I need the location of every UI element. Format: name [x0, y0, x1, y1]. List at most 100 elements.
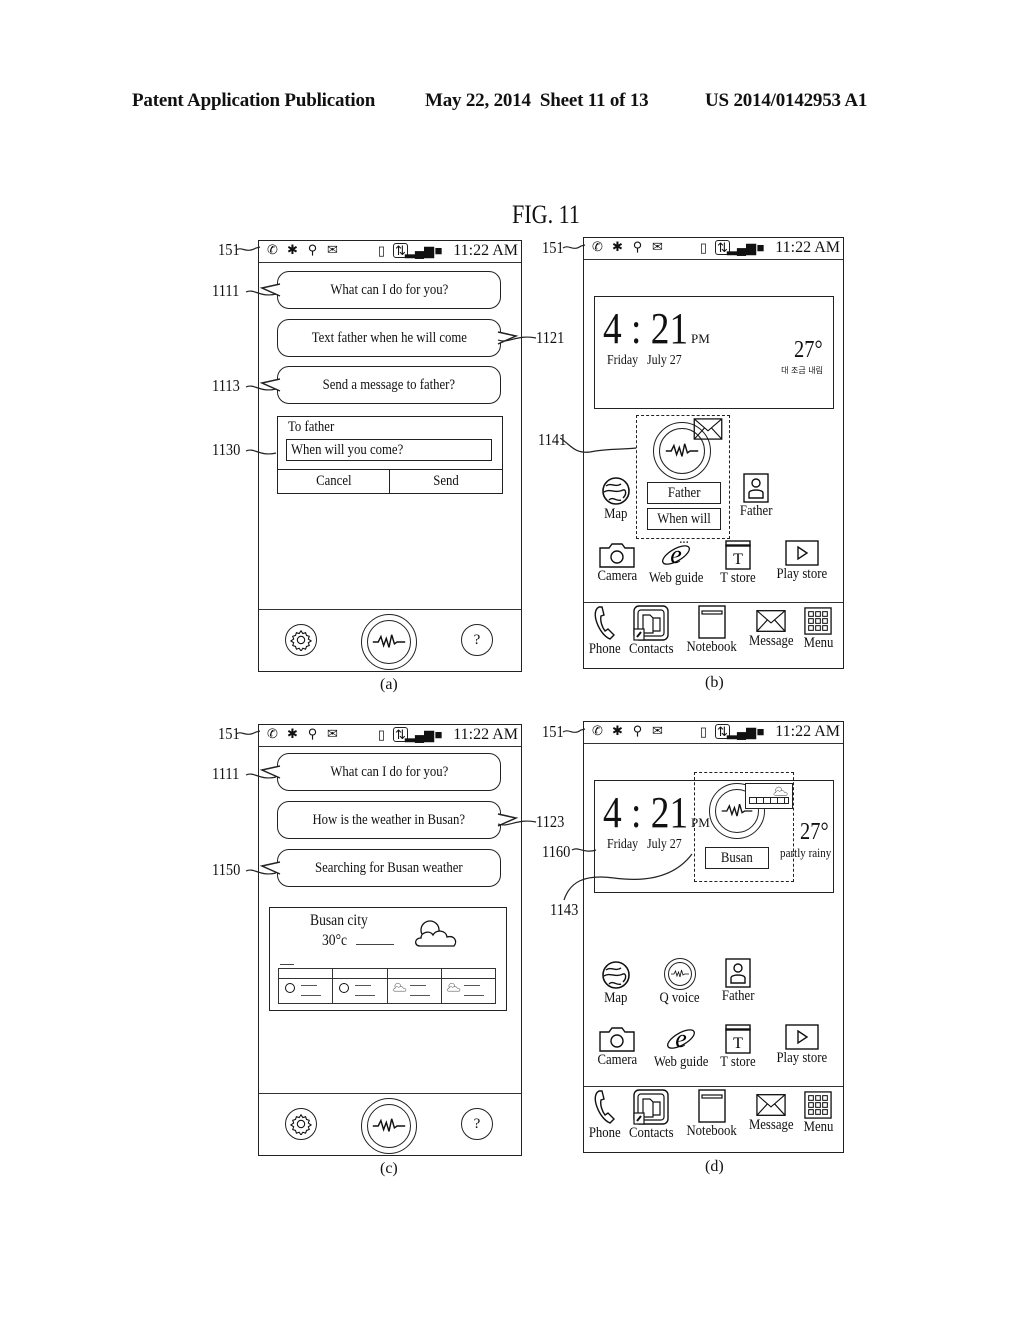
camera-icon [599, 1026, 635, 1052]
usb-icon: ⚲ [632, 239, 643, 254]
weather-card[interactable]: Busan city 30°c [269, 907, 507, 1011]
divider [356, 944, 394, 945]
status-time: 11:22 AM [453, 242, 518, 259]
person-icon [725, 958, 751, 988]
ref-bubble: 1113 [212, 376, 240, 395]
status-bar: ✆ ✱ ⚲ ✉ ▯ ⇅ ▂▄▆ ■ 11:22 AM [259, 725, 521, 747]
bug-icon: ✱ [612, 239, 623, 254]
voice-button[interactable] [361, 614, 417, 670]
vibrate-icon: ▯ [377, 727, 386, 742]
clock-time: 4 : 21 [603, 788, 689, 837]
dock-contacts[interactable]: Contacts [616, 1089, 686, 1142]
app-map[interactable]: Map [581, 960, 651, 1007]
dock: Phone Contacts Notebook Message Menu [584, 1086, 843, 1152]
usb-icon: ⚲ [632, 723, 643, 738]
clock-widget[interactable]: 4 : 21 PM Friday July 27 27° 대 조금 내림 [594, 296, 834, 409]
app-camera[interactable]: Camera [582, 1026, 652, 1069]
battery-icon: ■ [434, 243, 443, 258]
vibrate-icon: ▯ [377, 243, 386, 258]
assistant-bubble: What can I do for you? [259, 753, 501, 791]
weather-city: Busan city [310, 912, 368, 929]
status-time: 11:22 AM [775, 239, 840, 256]
mail-icon [693, 418, 723, 440]
cancel-button[interactable]: Cancel [278, 469, 390, 493]
vibrate-icon: ▯ [699, 240, 708, 255]
message-input[interactable]: When will you come? [286, 439, 492, 461]
app-play-store[interactable]: Play store [767, 1024, 837, 1067]
ref-bubble: 1121 [536, 328, 565, 347]
camera-icon [599, 542, 635, 568]
phone-icon: ✆ [592, 723, 603, 738]
send-button[interactable]: Send [390, 469, 502, 493]
notebook-icon [698, 1089, 726, 1123]
cloud-icon [412, 918, 462, 948]
store-icon [725, 540, 751, 570]
weather-description: 대 조금 내림 [781, 366, 823, 375]
phone-screen-a: ✆ ✱ ⚲ ✉ ▯ ⇅ ▂▄▆ ■ 11:22 AM What can I do for y… [258, 240, 522, 672]
widget-contact-name: Father [647, 482, 721, 504]
battery-icon: ■ [756, 240, 765, 255]
bug-icon: ✱ [612, 723, 623, 738]
cloud-icon [446, 982, 462, 992]
app-map[interactable]: Map [581, 476, 651, 523]
sun-icon [285, 983, 295, 993]
ref-bubble: 1123 [536, 812, 565, 831]
panel-caption: (b) [705, 674, 724, 691]
help-icon[interactable]: ? [461, 624, 493, 656]
app-father[interactable]: Father [703, 958, 773, 1005]
app-web-guide[interactable]: Web guide [641, 540, 711, 587]
figure-title: FIG. 11 [512, 200, 580, 229]
mail-icon: ✉ [327, 726, 338, 741]
phone-icon [593, 605, 617, 641]
voice-button[interactable] [361, 1098, 417, 1154]
dock: Phone Contacts Notebook Message Menu [584, 602, 843, 668]
globe-icon [601, 476, 631, 506]
app-t-store[interactable]: T store [703, 1024, 773, 1071]
ref-dialog: 1130 [212, 440, 241, 459]
person-icon [743, 473, 769, 503]
status-bar: ✆ ✱ ⚲ ✉ ▯ ⇅ ▂▄▆ ■ 11:22 AM [584, 238, 843, 260]
app-father[interactable]: Father [721, 473, 791, 520]
clock-date: July 27 [647, 837, 682, 852]
recipient-label: To father [288, 419, 335, 435]
app-t-store[interactable]: T store [703, 540, 773, 587]
panel-caption: (c) [380, 1160, 398, 1177]
date-sheet-label: May 22, 2014 Sheet 11 of 13 [425, 90, 649, 111]
dock-menu[interactable]: Menu [783, 607, 853, 652]
publication-label: Patent Application Publication [132, 90, 376, 111]
ref-bubble: 1111 [212, 281, 240, 300]
bottom-bar: ? [259, 1093, 521, 1155]
weather-thumbnail [745, 783, 793, 809]
mail-icon: ✉ [652, 723, 663, 738]
phone-screen-c: ✆ ✱ ⚲ ✉ ▯ ⇅ ▂▄▆ ■ 11:22 AM What can I do for y… [258, 724, 522, 1156]
help-icon[interactable]: ? [461, 1108, 493, 1140]
weather-widget[interactable]: Busan [694, 772, 794, 882]
battery-icon: ■ [756, 724, 765, 739]
temperature: 27° [800, 819, 829, 845]
forecast-cell [387, 969, 442, 1003]
store-icon [725, 1024, 751, 1054]
grid-icon [804, 1091, 832, 1119]
grid-icon [804, 607, 832, 635]
assistant-bubble: Send a message to father? [259, 366, 501, 404]
settings-icon[interactable] [285, 1108, 317, 1140]
status-bar: ✆ ✱ ⚲ ✉ ▯ ⇅ ▂▄▆ ■ 11:22 AM [584, 722, 843, 744]
contacts-icon [633, 1089, 669, 1125]
phone-icon: ✆ [267, 242, 278, 257]
mail-icon [756, 609, 786, 633]
dock-menu[interactable]: Menu [783, 1091, 853, 1136]
clock-day: Friday [607, 837, 639, 852]
assistant-bubble: Searching for Busan weather [259, 849, 501, 887]
contacts-icon [633, 605, 669, 641]
battery-icon: ■ [434, 727, 443, 742]
globe-icon [601, 960, 631, 990]
bug-icon: ✱ [287, 726, 298, 741]
status-time: 11:22 AM [775, 723, 840, 740]
browser-icon [660, 540, 692, 570]
temperature: 27° [794, 337, 823, 363]
cloud-icon [772, 786, 790, 796]
voice-icon [367, 620, 411, 664]
app-play-store[interactable]: Play store [767, 540, 837, 583]
settings-icon[interactable] [285, 624, 317, 656]
dock-contacts[interactable]: Contacts [616, 605, 686, 658]
